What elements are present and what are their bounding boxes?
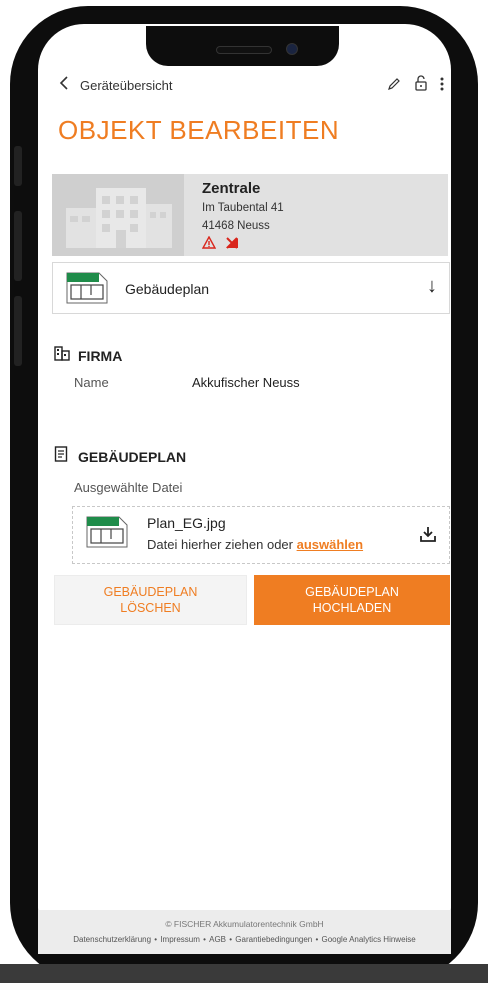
upload-button-line1: GEBÄUDEPLAN	[305, 585, 399, 599]
building-name: Zentrale	[202, 180, 261, 197]
building-card[interactable]: Zentrale Im Taubental 41 41468 Neuss	[52, 174, 448, 256]
company-name-label: Name	[74, 375, 109, 390]
disconnected-icon	[224, 236, 240, 252]
phone-bottom-edge	[0, 964, 488, 983]
drop-hint-text: Datei hierher ziehen oder	[147, 537, 297, 552]
phone-side-button	[14, 146, 22, 186]
more-vertical-icon[interactable]	[440, 77, 444, 96]
drop-hint: Datei hierher ziehen oder auswählen	[147, 537, 363, 552]
footer: © FISCHER Akkumulatorentechnik GmbH Date…	[38, 910, 451, 954]
camera	[286, 43, 298, 55]
footer-copyright: © FISCHER Akkumulatorentechnik GmbH	[165, 919, 324, 929]
phone-side-button	[14, 296, 22, 366]
top-bar: Geräteübersicht	[58, 72, 450, 96]
plan-heading-text: GEBÄUDEPLAN	[78, 449, 187, 465]
building-icon	[54, 345, 70, 364]
building-street: Im Taubental 41	[202, 202, 284, 214]
speaker	[216, 46, 272, 54]
pencil-icon[interactable]	[387, 77, 401, 96]
file-drop-zone[interactable]: Plan_EG.jpg Datei hierher ziehen oder au…	[72, 506, 450, 564]
building-city: 41468 Neuss	[202, 220, 270, 232]
footer-link-analytics[interactable]: Google Analytics Hinweise	[321, 935, 415, 944]
unlock-icon[interactable]	[414, 75, 428, 96]
upload-button-line2: HOCHLADEN	[312, 601, 392, 615]
select-file-link[interactable]: auswählen	[297, 537, 363, 552]
selected-file-name: Plan_EG.jpg	[147, 515, 226, 531]
back-label: Geräteübersicht	[80, 78, 173, 93]
footer-link-warranty[interactable]: Garantiebedingungen	[235, 935, 312, 944]
warning-icon	[201, 235, 220, 252]
building-plan-row[interactable]: Gebäudeplan ↓	[52, 262, 450, 314]
firma-heading-text: FIRMA	[78, 348, 123, 364]
footer-link-terms[interactable]: AGB	[209, 935, 226, 944]
delete-plan-button[interactable]: GEBÄUDEPLAN LÖSCHEN	[54, 575, 247, 625]
footer-links: Datenschutzerklärung • Impressum • AGB •…	[73, 935, 416, 944]
company-name-value: Akkufischer Neuss	[192, 375, 300, 390]
top-actions	[379, 75, 444, 96]
delete-button-line1: GEBÄUDEPLAN	[103, 585, 198, 599]
phone-side-button	[14, 211, 22, 281]
building-plan-label: Gebäudeplan	[125, 281, 210, 297]
floor-plan-thumbnail	[85, 515, 129, 549]
arrow-down-icon[interactable]: ↓	[427, 275, 437, 298]
delete-button-line2: LÖSCHEN	[120, 601, 181, 615]
footer-link-imprint[interactable]: Impressum	[160, 935, 200, 944]
upload-plan-button[interactable]: GEBÄUDEPLAN HOCHLADEN	[254, 575, 450, 625]
building-image	[52, 174, 184, 256]
building-status-icons	[201, 235, 240, 252]
page-title: OBJEKT BEARBEITEN	[58, 115, 340, 145]
phone-notch	[146, 26, 339, 66]
footer-link-privacy[interactable]: Datenschutzerklärung	[73, 935, 151, 944]
firma-section-heading: FIRMA	[54, 345, 122, 364]
chevron-left-icon	[58, 75, 76, 93]
document-icon	[54, 446, 70, 465]
plan-section-heading: GEBÄUDEPLAN	[54, 446, 186, 465]
selected-file-label: Ausgewählte Datei	[74, 480, 183, 495]
floor-plan-thumbnail	[65, 271, 109, 305]
back-button[interactable]: Geräteübersicht	[58, 72, 188, 96]
upload-icon[interactable]	[419, 525, 437, 548]
